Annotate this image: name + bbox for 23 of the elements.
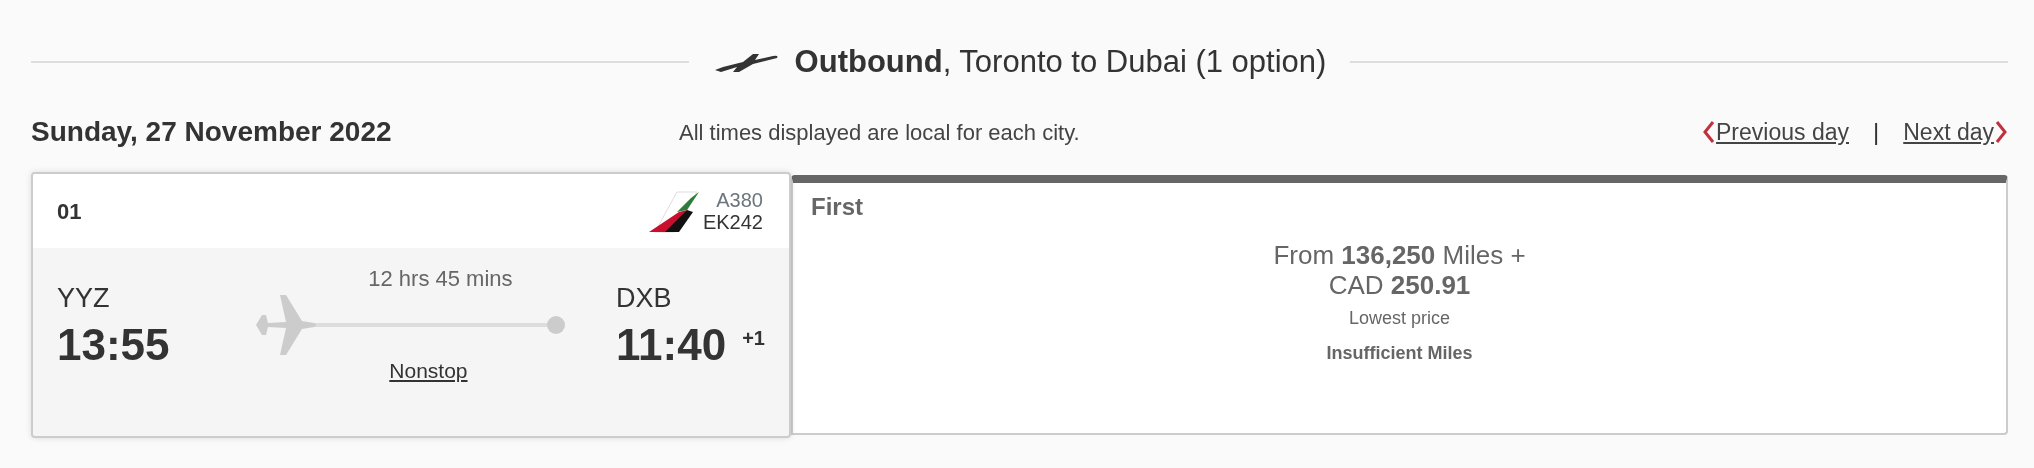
- next-day-link[interactable]: Next day: [1903, 114, 2008, 150]
- status-text: Insufficient Miles: [1326, 341, 1473, 365]
- departure-time: 13:55: [57, 322, 171, 367]
- price-text: From 136,250 Miles +: [1273, 241, 1526, 271]
- previous-day-link[interactable]: Previous day: [1702, 114, 1849, 150]
- arrival-time: 11:40: [616, 322, 727, 367]
- flight-number: EK242: [702, 211, 763, 233]
- chevron-right-icon: [1994, 120, 2008, 144]
- option-number: 01: [57, 197, 82, 226]
- date-heading: Sunday, 27 November 2022: [31, 115, 393, 149]
- aircraft-type: A380: [715, 189, 763, 211]
- airport-code: YYZ: [57, 282, 111, 315]
- airport-code: DXB: [616, 282, 673, 315]
- caption-text: Lowest price: [1348, 306, 1451, 330]
- info-text: All times displayed are local for each city.: [678, 118, 1081, 147]
- heading-title: Outbound, Toronto to Dubai (1 option): [794, 42, 1327, 81]
- price-text: CAD 250.91: [1328, 270, 1471, 301]
- day-offset: +1: [742, 325, 765, 351]
- nonstop-link[interactable]: Nonstop: [365, 355, 468, 387]
- separator: |: [1873, 117, 1880, 147]
- flight-duration: 12 hrs 45 mins: [367, 265, 513, 293]
- chevron-left-icon: [1702, 120, 1717, 144]
- cabin-class: First: [811, 192, 864, 222]
